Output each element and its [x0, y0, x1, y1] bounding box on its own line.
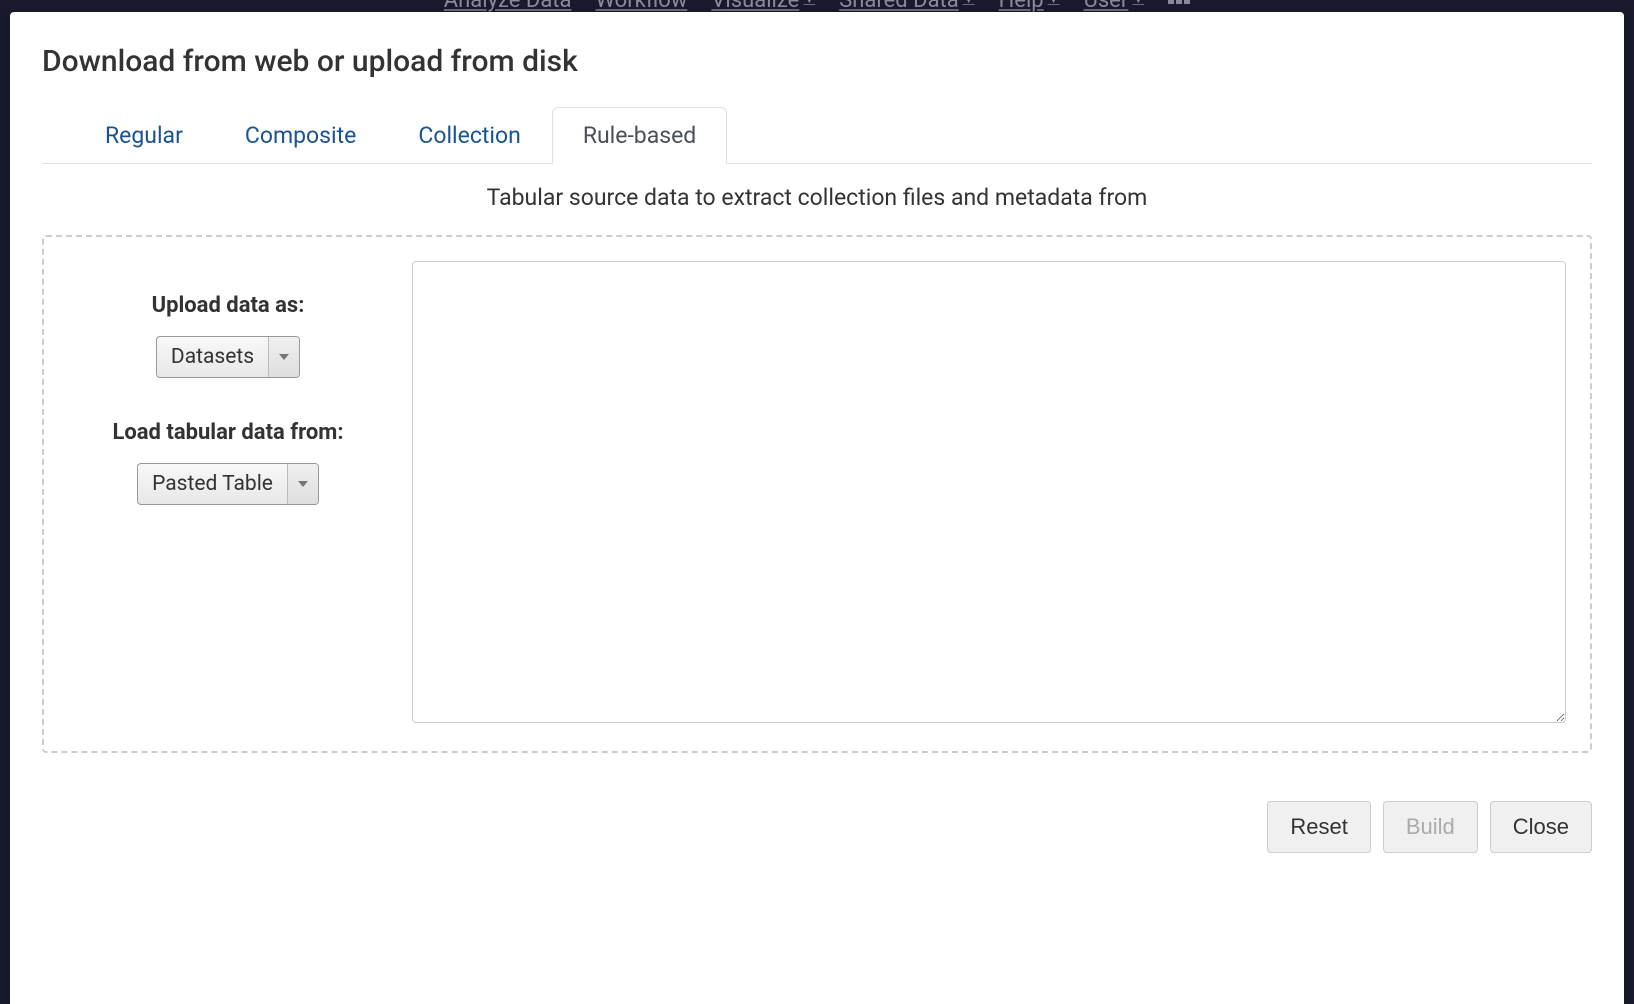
left-controls: Upload data as: Datasets Load tabular da… — [68, 261, 388, 727]
nav-label: Shared Data — [839, 0, 959, 12]
nav-label: User — [1084, 0, 1129, 12]
close-button[interactable]: Close — [1490, 801, 1592, 853]
reset-button[interactable]: Reset — [1267, 801, 1370, 853]
tab-description: Tabular source data to extract collectio… — [42, 184, 1592, 211]
select-value: Datasets — [157, 337, 269, 377]
tab-regular[interactable]: Regular — [74, 107, 214, 163]
tab-rule-based[interactable]: Rule-based — [552, 107, 727, 164]
build-button[interactable]: Build — [1383, 801, 1478, 853]
modal-title: Download from web or upload from disk — [10, 44, 1624, 107]
tab-composite[interactable]: Composite — [214, 107, 387, 163]
nav-label: Workflow — [595, 0, 687, 12]
nav-label: Help — [999, 0, 1044, 12]
tab-collection[interactable]: Collection — [387, 107, 551, 163]
load-from-select[interactable]: Pasted Table — [137, 463, 319, 505]
nav-label: Analyze Data — [444, 0, 572, 12]
upload-as-select[interactable]: Datasets — [156, 336, 300, 378]
drop-zone-container: Upload data as: Datasets Load tabular da… — [42, 235, 1592, 753]
top-navigation-bar: Analyze Data Workflow Visualize ▼ Shared… — [0, 0, 1634, 12]
tab-content: Tabular source data to extract collectio… — [10, 164, 1624, 753]
load-from-label: Load tabular data from: — [112, 420, 343, 445]
modal-footer: Reset Build Close — [10, 753, 1624, 853]
caret-down-icon: ▼ — [803, 0, 815, 6]
upload-as-label: Upload data as: — [152, 293, 305, 318]
paste-table-textarea[interactable] — [412, 261, 1566, 723]
chevron-down-icon — [269, 337, 299, 377]
apps-grid-icon[interactable] — [1168, 0, 1190, 2]
tab-bar: Regular Composite Collection Rule-based — [42, 107, 1592, 164]
caret-down-icon: ▼ — [1048, 0, 1060, 6]
select-value: Pasted Table — [138, 464, 288, 504]
caret-down-icon: ▼ — [1132, 0, 1144, 6]
caret-down-icon: ▼ — [963, 0, 975, 6]
textarea-wrapper — [412, 261, 1566, 727]
chevron-down-icon — [288, 464, 318, 504]
nav-label: Visualize — [711, 0, 799, 12]
upload-modal: Download from web or upload from disk Re… — [10, 12, 1624, 1004]
